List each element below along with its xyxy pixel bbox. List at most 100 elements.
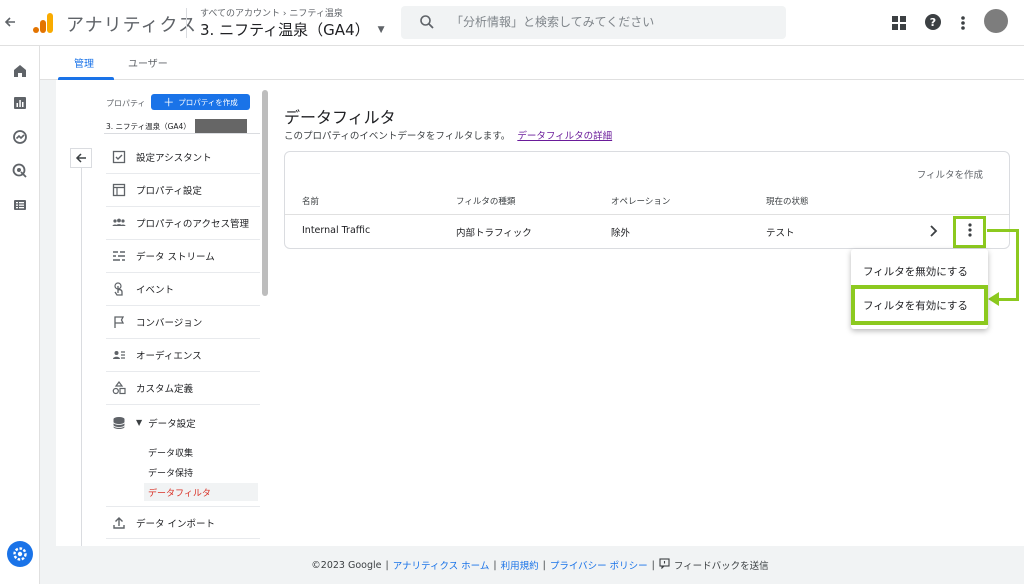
details-link[interactable]: データフィルタの詳細 — [517, 131, 612, 142]
property-selector[interactable]: 3. ニフティ温泉（GA4） ▼ — [200, 19, 385, 40]
annotation-line — [987, 229, 1019, 232]
divider — [104, 133, 260, 134]
gear-icon — [7, 547, 33, 571]
admin-tabs: 管理 ユーザー — [40, 46, 1024, 80]
menu-item-enable-filter[interactable]: フィルタを有効にする — [851, 285, 988, 325]
header-divider — [285, 214, 1009, 215]
footer-home-link[interactable]: アナリティクス ホーム — [393, 558, 490, 572]
sidebar-item-label: コンバージョン — [136, 318, 203, 329]
sidebar-item-events[interactable]: イベント — [106, 273, 260, 306]
tab-user[interactable]: ユーザー — [128, 55, 168, 70]
sidebar-item-data-settings[interactable]: ▼ データ設定 — [106, 406, 260, 439]
breadcrumb-account[interactable]: ニフティ温泉 — [289, 9, 342, 19]
sidebar-item-property-settings[interactable]: プロパティ設定 — [106, 174, 260, 207]
footer-privacy-link[interactable]: プライバシー ポリシー — [550, 558, 648, 572]
sidebar-item-custom-definitions[interactable]: カスタム定義 — [106, 372, 260, 405]
admin-sidebar: プロパティ ＋ プロパティを作成 3. ニフティ温泉（GA4） 設定アシスタント… — [56, 80, 270, 546]
back-arrow-icon[interactable] — [4, 12, 18, 32]
expand-caret-icon: ▼ — [136, 418, 143, 427]
annotation-line — [1016, 229, 1019, 301]
nav-rail — [0, 46, 40, 584]
search-box[interactable] — [401, 6, 786, 39]
column-header-name: 名前 — [302, 197, 320, 207]
page-description: このプロパティのイベントデータをフィルタします。 データフィルタの詳細 — [284, 128, 612, 142]
sub-item-data-collection[interactable]: データ収集 — [148, 446, 193, 459]
footer-separator: | — [385, 559, 389, 571]
sub-item-data-retention[interactable]: データ保持 — [148, 466, 193, 479]
sidebar-item-conversions[interactable]: コンバージョン — [106, 306, 260, 339]
sidebar-scrollbar[interactable] — [262, 90, 268, 296]
create-property-button[interactable]: ＋ プロパティを作成 — [151, 94, 250, 110]
more-vert-icon[interactable] — [958, 13, 968, 33]
admin-settings-button[interactable] — [7, 541, 33, 567]
sidebar-property-name: 3. ニフティ温泉（GA4） — [106, 121, 191, 131]
footer-separator: | — [651, 559, 655, 571]
page-title: データフィルタ — [284, 108, 396, 127]
configure-list-icon[interactable] — [11, 196, 29, 214]
filters-table-card: フィルタを作成 名前 フィルタの種類 オペレーション 現在の状態 Interna… — [284, 151, 1010, 249]
apps-grid-icon[interactable] — [891, 15, 907, 31]
database-icon — [112, 416, 126, 430]
advertising-icon[interactable] — [11, 162, 29, 180]
annotation-line — [998, 298, 1019, 301]
sidebar-item-setup-assistant[interactable]: 設定アシスタント — [106, 141, 260, 174]
analytics-logo-icon[interactable] — [32, 12, 54, 34]
top-header: アナリティクス すべてのアカウント › ニフティ温泉 3. ニフティ温泉（GA4… — [0, 0, 1024, 46]
menu-item-disable-filter[interactable]: フィルタを無効にする — [851, 253, 988, 289]
account-breadcrumb[interactable]: すべてのアカウント › ニフティ温泉 — [200, 6, 343, 19]
tree-line — [81, 168, 82, 546]
dropdown-caret-icon: ▼ — [377, 24, 385, 35]
footer-copyright: ©2023 Google — [311, 559, 382, 571]
footer-separator: | — [493, 559, 497, 571]
column-header-type: フィルタの種類 — [456, 197, 516, 207]
people-icon — [112, 216, 126, 230]
search-icon — [419, 14, 435, 30]
footer-feedback-link[interactable]: フィードバックを送信 — [674, 558, 769, 572]
more-vert-icon — [967, 222, 973, 242]
collapse-back-button[interactable] — [70, 148, 92, 168]
breadcrumb-all-accounts[interactable]: すべてのアカウント — [200, 9, 280, 19]
sidebar-item-audiences[interactable]: オーディエンス — [106, 339, 260, 372]
upload-icon — [112, 516, 126, 530]
explore-icon[interactable] — [11, 128, 29, 146]
sidebar-item-label: プロパティ設定 — [136, 186, 202, 197]
search-input[interactable] — [451, 12, 771, 32]
chevron-right-icon[interactable] — [929, 223, 939, 237]
sidebar-item-label: イベント — [136, 285, 175, 296]
sidebar-item-access-management[interactable]: プロパティのアクセス管理 — [106, 207, 260, 240]
feedback-icon[interactable] — [659, 558, 670, 572]
flag-icon — [112, 315, 126, 329]
cell-name: Internal Traffic — [302, 225, 371, 236]
redacted-block — [194, 119, 247, 133]
sidebar-item-label: データ ストリーム — [136, 252, 215, 263]
sidebar-item-label: データ インポート — [136, 518, 216, 530]
layout-icon — [112, 183, 126, 197]
arrow-left-icon — [75, 149, 87, 168]
footer: ©2023 Google | アナリティクス ホーム | 利用規約 | プライバ… — [56, 556, 1024, 574]
checklist-icon — [112, 150, 126, 164]
footer-separator: | — [542, 559, 546, 571]
footer-terms-link[interactable]: 利用規約 — [501, 558, 539, 572]
sub-item-data-filters[interactable]: データフィルタ — [148, 486, 211, 499]
sidebar-item-data-streams[interactable]: データ ストリーム — [106, 240, 260, 273]
sidebar-item-label: データ設定 — [148, 418, 196, 430]
help-icon[interactable]: ? — [924, 13, 942, 31]
plus-icon: ＋ — [163, 95, 175, 109]
filter-action-menu: フィルタを無効にする フィルタを有効にする — [851, 249, 988, 329]
create-filter-button[interactable]: フィルタを作成 — [917, 167, 983, 181]
avatar[interactable] — [984, 9, 1008, 33]
cell-state: テスト — [766, 228, 795, 239]
property-label: プロパティ — [106, 99, 146, 108]
annotation-arrow-icon — [988, 292, 999, 306]
cell-type: 内部トラフィック — [456, 228, 532, 239]
sidebar-item-label: オーディエンス — [136, 351, 202, 362]
audience-icon — [112, 348, 126, 362]
title-divider — [186, 8, 187, 38]
row-more-button[interactable] — [953, 216, 986, 248]
property-name: 3. ニフティ温泉（GA4） — [200, 21, 370, 39]
tab-admin[interactable]: 管理 — [74, 55, 94, 70]
property-selector-sidebar[interactable]: 3. ニフティ温泉（GA4） — [106, 119, 247, 133]
reports-icon[interactable] — [11, 94, 29, 112]
sidebar-item-data-import[interactable]: データ インポート — [106, 506, 260, 539]
home-icon[interactable] — [11, 62, 29, 80]
